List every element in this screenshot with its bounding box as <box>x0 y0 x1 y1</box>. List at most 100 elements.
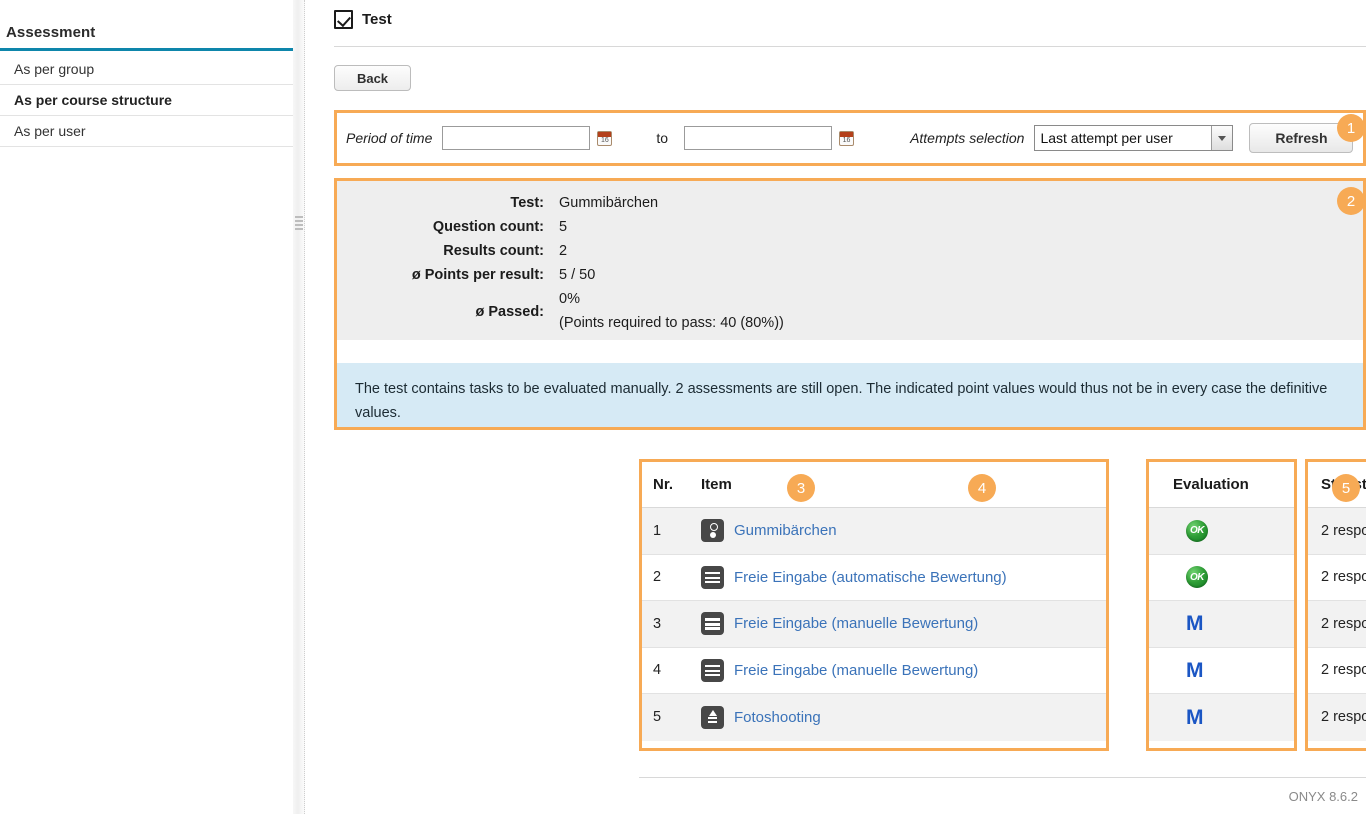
header-divider <box>334 46 1366 47</box>
table-row: 2 responses 0% | 0% | 100% <box>1305 555 1366 602</box>
summary-value-question-count: 5 <box>559 219 567 235</box>
item-link[interactable]: Freie Eingabe (manuelle Bewertung) <box>734 615 978 632</box>
table-row: OK <box>1146 555 1297 602</box>
evaluation-cell: OK <box>1146 566 1297 588</box>
summary-key-question-count: Question count: <box>337 219 544 235</box>
item-link[interactable]: Freie Eingabe (manuelle Bewertung) <box>734 662 978 679</box>
evaluation-cell: OK <box>1146 520 1297 542</box>
text-entry-icon <box>701 659 724 682</box>
item-table-header: Nr. Item <box>639 462 1109 508</box>
manual-icon: M <box>1186 613 1204 634</box>
evaluation-table: Evaluation OK OK M M <box>1146 462 1297 741</box>
chevron-down-icon[interactable] <box>1211 126 1232 150</box>
item-nr: 1 <box>639 523 701 539</box>
responses-count: 2 responses <box>1305 662 1366 678</box>
footer-version-label: ONYX 8.6.2 <box>1289 789 1358 804</box>
text-entry-icon <box>701 612 724 635</box>
attempts-selection-value: Last attempt per user <box>1040 130 1172 146</box>
period-from-input[interactable] <box>442 126 590 150</box>
test-header: Test <box>334 10 392 29</box>
summary-value-avg-passed: 0% <box>559 291 580 307</box>
evaluation-cell: M <box>1146 613 1297 634</box>
summary-key-avg-points: ø Points per result: <box>337 267 544 283</box>
summary-value-avg-points: 5 / 50 <box>559 267 595 283</box>
item-nr: 5 <box>639 709 701 725</box>
summary-value-test: Gummibärchen <box>559 195 658 211</box>
test-summary-panel: Test: Gummibärchen Question count: 5 Res… <box>337 181 1363 340</box>
single-choice-icon <box>701 519 724 542</box>
evaluation-table-header: Evaluation <box>1146 462 1297 508</box>
table-row[interactable]: 3 Freie Eingabe (manuelle Bewertung) <box>639 601 1109 648</box>
annotation-badge-3: 3 <box>787 474 815 502</box>
filter-bar: Period of time to Attempts selection Las… <box>334 110 1366 166</box>
statistics-table: Statistics 2 responses 50% | 0% | 50% 2 … <box>1305 462 1366 741</box>
table-row[interactable]: 2 Freie Eingabe (automatische Bewertung) <box>639 555 1109 602</box>
table-row: 2 responses 50% | 0% | 50% <box>1305 508 1366 555</box>
table-row: M <box>1146 601 1297 648</box>
item-table: Nr. Item 1 Gummibärchen 2 Freie Eingabe … <box>639 462 1109 741</box>
manual-icon: M <box>1186 660 1204 681</box>
item-cell: Gummibärchen <box>701 519 1109 542</box>
item-cell: Fotoshooting <box>701 706 1109 729</box>
attempts-selection-label: Attempts selection <box>910 130 1024 146</box>
table-row: 2 responses 0% | 0% | 100% <box>1305 694 1366 741</box>
evaluation-cell: M <box>1146 707 1297 728</box>
calendar-icon-to[interactable] <box>839 131 854 146</box>
splitter-grip-icon[interactable] <box>295 216 303 230</box>
item-link[interactable]: Freie Eingabe (automatische Bewertung) <box>734 569 1007 586</box>
summary-key-results-count: Results count: <box>337 243 544 259</box>
item-nr: 4 <box>639 662 701 678</box>
sidebar: Assessment As per group As per course st… <box>0 0 293 814</box>
item-cell: Freie Eingabe (manuelle Bewertung) <box>701 659 1109 682</box>
sidebar-item-as-per-group[interactable]: As per group <box>0 54 293 85</box>
annotation-badge-5: 5 <box>1332 474 1360 502</box>
text-entry-icon <box>701 566 724 589</box>
summary-key-test: Test: <box>337 195 544 211</box>
table-row[interactable]: 5 Fotoshooting <box>639 694 1109 741</box>
attempts-selection-dropdown[interactable]: Last attempt per user <box>1034 125 1233 151</box>
onyx-assessment-page: Assessment As per group As per course st… <box>0 0 1366 814</box>
sidebar-title-underline <box>0 48 293 51</box>
sidebar-item-as-per-course-structure[interactable]: As per course structure <box>0 85 293 116</box>
item-cell: Freie Eingabe (automatische Bewertung) <box>701 566 1109 589</box>
item-nr: 3 <box>639 616 701 632</box>
calendar-icon-from[interactable] <box>597 131 612 146</box>
period-of-time-label: Period of time <box>346 130 432 146</box>
column-header-item: Item <box>701 476 1109 493</box>
annotation-badge-1: 1 <box>1337 114 1365 142</box>
table-row: M <box>1146 648 1297 695</box>
responses-count: 2 responses <box>1305 569 1366 585</box>
table-row[interactable]: 1 Gummibärchen <box>639 508 1109 555</box>
table-row: 2 responses 0% | 0% | 100% <box>1305 648 1366 695</box>
period-to-input[interactable] <box>684 126 832 150</box>
annotation-badge-2: 2 <box>1337 187 1365 215</box>
summary-passed-note: (Points required to pass: 40 (80%)) <box>559 315 784 331</box>
sidebar-item-label: As per user <box>14 123 86 139</box>
annotation-badge-4: 4 <box>968 474 996 502</box>
sidebar-item-label: As per course structure <box>14 92 172 108</box>
main-content: Test Back Period of time to Attempts sel… <box>306 0 1366 814</box>
table-row[interactable]: 4 Freie Eingabe (manuelle Bewertung) <box>639 648 1109 695</box>
item-nr: 2 <box>639 569 701 585</box>
table-row: OK <box>1146 508 1297 555</box>
ok-icon: OK <box>1186 520 1208 542</box>
table-row: 2 responses 0% | 0% | 100% <box>1305 601 1366 648</box>
ok-icon: OK <box>1186 566 1208 588</box>
table-row: M <box>1146 694 1297 741</box>
evaluation-cell: M <box>1146 660 1297 681</box>
manual-evaluation-notice: The test contains tasks to be evaluated … <box>337 363 1363 427</box>
responses-count: 2 responses <box>1305 523 1366 539</box>
test-label: Test <box>362 11 392 28</box>
test-checkbox[interactable] <box>334 10 353 29</box>
item-cell: Freie Eingabe (manuelle Bewertung) <box>701 612 1109 635</box>
file-upload-icon <box>701 706 724 729</box>
item-link[interactable]: Fotoshooting <box>734 709 821 726</box>
sidebar-item-as-per-user[interactable]: As per user <box>0 116 293 147</box>
manual-icon: M <box>1186 707 1204 728</box>
sidebar-splitter[interactable] <box>293 0 305 814</box>
summary-value-results-count: 2 <box>559 243 567 259</box>
sidebar-title: Assessment <box>6 24 95 41</box>
item-link[interactable]: Gummibärchen <box>734 522 837 539</box>
back-button[interactable]: Back <box>334 65 411 91</box>
filter-bar-content: Period of time to Attempts selection Las… <box>334 110 1366 166</box>
